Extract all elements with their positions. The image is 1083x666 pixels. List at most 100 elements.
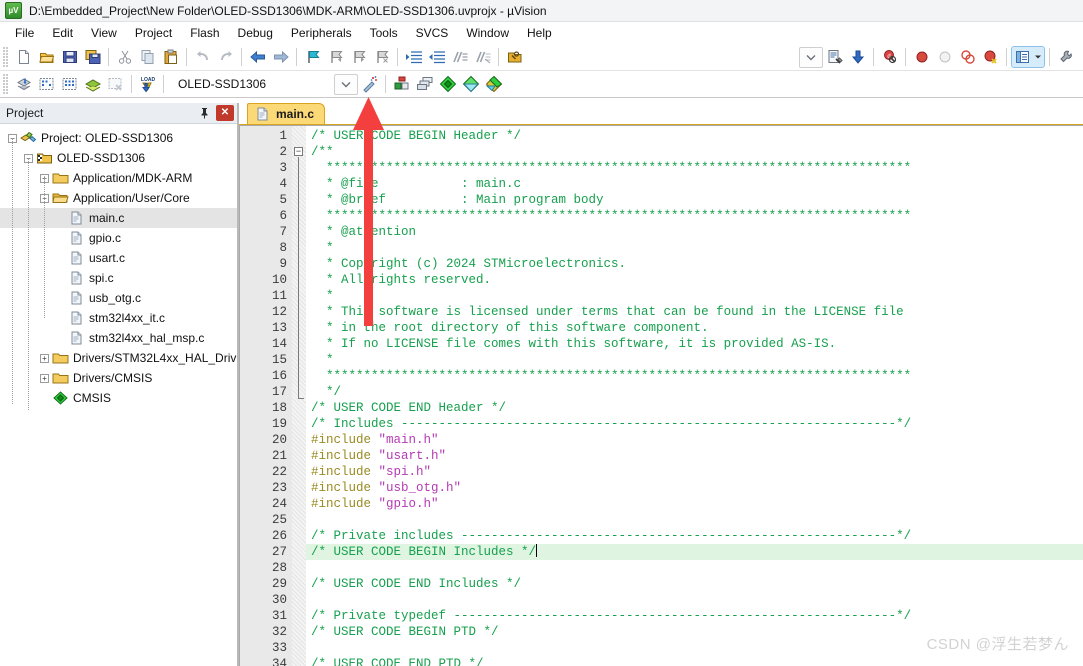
source-code[interactable]: /* USER CODE BEGIN Header *//** ********…: [306, 126, 1083, 666]
code-line[interactable]: *: [306, 352, 1083, 368]
tree-item-drivers-stm32l4xx-hal-driv[interactable]: + Drivers/STM32L4xx_HAL_Driv: [0, 348, 237, 368]
code-line[interactable]: * @brief : Main program body: [306, 192, 1083, 208]
code-line[interactable]: * @attention: [306, 224, 1083, 240]
code-line[interactable]: #include "usart.h": [306, 448, 1083, 464]
translate-icon[interactable]: [12, 73, 35, 95]
new-file-icon[interactable]: [12, 46, 35, 68]
chevron-down-icon[interactable]: [334, 73, 358, 95]
start-debug-icon[interactable]: d: [878, 46, 901, 68]
find-in-files-icon[interactable]: [503, 46, 526, 68]
code-line[interactable]: /* USER CODE END PTD */: [306, 656, 1083, 666]
code-fold-column[interactable]: −: [292, 126, 306, 666]
bookmark-next-icon[interactable]: [347, 46, 370, 68]
breakpoint-icon[interactable]: [910, 46, 933, 68]
toolbar-grip[interactable]: [3, 74, 9, 94]
code-line[interactable]: ****************************************…: [306, 160, 1083, 176]
code-line[interactable]: [306, 592, 1083, 608]
pin-icon[interactable]: [196, 105, 213, 121]
code-view[interactable]: 1 2 3 4 5 6 7 8 9 10 11 12 13 14 15 16 17 18 19 20 21 22 23 24 2…: [239, 125, 1083, 666]
menu-item-file[interactable]: File: [6, 24, 43, 42]
configure-editor-icon[interactable]: [823, 46, 846, 68]
code-line[interactable]: /* Includes ----------------------------…: [306, 416, 1083, 432]
code-line[interactable]: * All rights reserved.: [306, 272, 1083, 288]
outdent-icon[interactable]: [425, 46, 448, 68]
menu-item-window[interactable]: Window: [457, 24, 518, 42]
manage-components-icon[interactable]: [413, 73, 436, 95]
comment-icon[interactable]: [448, 46, 471, 68]
copy-icon[interactable]: [136, 46, 159, 68]
tree-item-application-user-core[interactable]: − Application/User/Core: [0, 188, 237, 208]
paste-icon[interactable]: [159, 46, 182, 68]
rebuild-icon[interactable]: [58, 73, 81, 95]
code-line[interactable]: /* Private includes --------------------…: [306, 528, 1083, 544]
code-line[interactable]: * If no LICENSE file comes with this sof…: [306, 336, 1083, 352]
target-options-wizard-icon[interactable]: [358, 73, 381, 95]
menu-item-peripherals[interactable]: Peripherals: [282, 24, 361, 42]
code-line[interactable]: * This software is licensed under terms …: [306, 304, 1083, 320]
editor-tab-main-c[interactable]: main.c: [247, 103, 326, 124]
cut-icon[interactable]: [113, 46, 136, 68]
code-line[interactable]: /* USER CODE END Header */: [306, 400, 1083, 416]
debug-download-icon[interactable]: [846, 46, 869, 68]
menu-item-help[interactable]: Help: [518, 24, 561, 42]
batch-build-icon[interactable]: [81, 73, 104, 95]
code-line[interactable]: *: [306, 240, 1083, 256]
configure-tools-icon[interactable]: [1054, 46, 1077, 68]
code-line[interactable]: #include "gpio.h": [306, 496, 1083, 512]
tree-item-oled-ssd1306[interactable]: − OLED-SSD1306: [0, 148, 237, 168]
toolbar-grip[interactable]: [3, 47, 9, 67]
undo-icon[interactable]: [191, 46, 214, 68]
breakpoint-disable-all-icon[interactable]: [956, 46, 979, 68]
code-line[interactable]: [306, 512, 1083, 528]
menu-item-edit[interactable]: Edit: [43, 24, 82, 42]
tree-item-spi-c[interactable]: spi.c: [0, 268, 237, 288]
select-target-combo[interactable]: OLED-SSD1306: [172, 74, 332, 94]
code-line[interactable]: #include "spi.h": [306, 464, 1083, 480]
bookmark-prev-icon[interactable]: [324, 46, 347, 68]
pack-installer-green-icon[interactable]: [436, 73, 459, 95]
code-line[interactable]: /* USER CODE END Includes */: [306, 576, 1083, 592]
code-line[interactable]: /* USER CODE BEGIN Header */: [306, 128, 1083, 144]
stop-build-icon[interactable]: [104, 73, 127, 95]
tree-item-project-oled-ssd1306[interactable]: − Project: OLED-SSD1306: [0, 128, 237, 148]
code-line[interactable]: #include "main.h": [306, 432, 1083, 448]
options-for-target-icon[interactable]: [390, 73, 413, 95]
code-line[interactable]: *: [306, 288, 1083, 304]
manage-run-time-env-icon[interactable]: [459, 73, 482, 95]
project-tree[interactable]: − Project: OLED-SSD1306− OLED-SSD1306 + Appl…: [0, 124, 237, 666]
bookmark-clear-icon[interactable]: [370, 46, 393, 68]
code-line[interactable]: /* Private typedef ---------------------…: [306, 608, 1083, 624]
code-line[interactable]: ****************************************…: [306, 368, 1083, 384]
multi-project-icon[interactable]: [482, 73, 505, 95]
menu-item-svcs[interactable]: SVCS: [407, 24, 458, 42]
tree-item-main-c[interactable]: main.c: [0, 208, 237, 228]
breakpoint-disable-icon[interactable]: [933, 46, 956, 68]
indent-icon[interactable]: [402, 46, 425, 68]
expand-icon[interactable]: +: [40, 373, 49, 383]
code-line[interactable]: * @file : main.c: [306, 176, 1083, 192]
manage-windows-icon[interactable]: [1011, 46, 1045, 68]
code-line[interactable]: /* USER CODE BEGIN Includes */: [306, 544, 1083, 560]
code-line[interactable]: [306, 560, 1083, 576]
menu-item-debug[interactable]: Debug: [229, 24, 282, 42]
menu-item-view[interactable]: View: [82, 24, 126, 42]
expand-icon[interactable]: +: [40, 353, 49, 363]
tree-item-drivers-cmsis[interactable]: + Drivers/CMSIS: [0, 368, 237, 388]
redo-icon[interactable]: [214, 46, 237, 68]
tree-item-stm32l4xx-hal-msp-c[interactable]: stm32l4xx_hal_msp.c: [0, 328, 237, 348]
load-icon[interactable]: LOAD: [136, 73, 159, 95]
uncomment-icon[interactable]: [471, 46, 494, 68]
toolbar-search-dropdown[interactable]: [799, 46, 823, 68]
save-all-icon[interactable]: [81, 46, 104, 68]
code-line[interactable]: /**: [306, 144, 1083, 160]
bookmark-toggle-icon[interactable]: [301, 46, 324, 68]
tree-item-application-mdk-arm[interactable]: + Application/MDK-ARM: [0, 168, 237, 188]
tree-item-usb-otg-c[interactable]: usb_otg.c: [0, 288, 237, 308]
menu-item-project[interactable]: Project: [126, 24, 181, 42]
navigate-forward-icon[interactable]: [269, 46, 292, 68]
code-line[interactable]: * in the root directory of this software…: [306, 320, 1083, 336]
code-line[interactable]: * Copyright (c) 2024 STMicroelectronics.: [306, 256, 1083, 272]
code-line[interactable]: */: [306, 384, 1083, 400]
tree-item-cmsis[interactable]: CMSIS: [0, 388, 237, 408]
menu-item-tools[interactable]: Tools: [361, 24, 407, 42]
